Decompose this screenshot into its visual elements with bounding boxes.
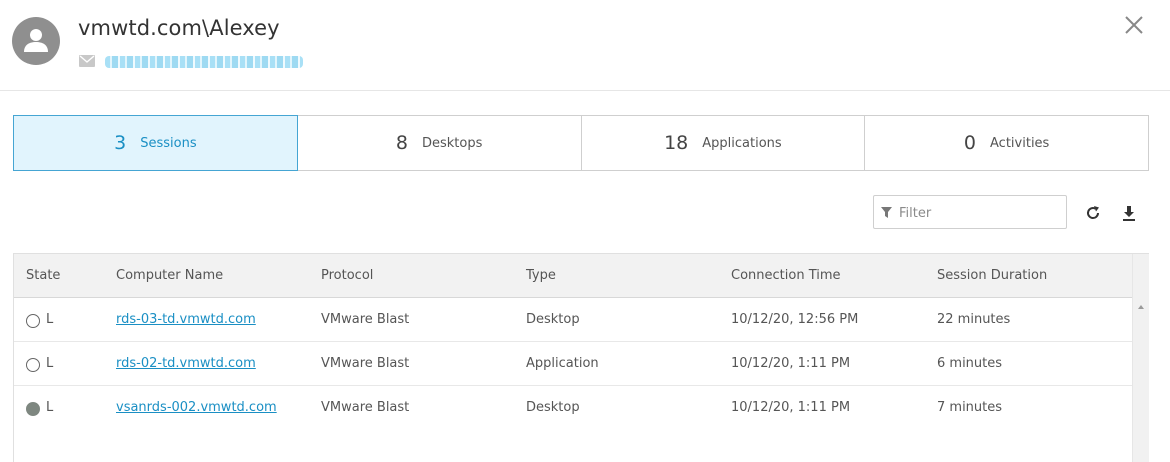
email-redacted: [105, 56, 303, 68]
protocol-cell: VMware Blast: [321, 312, 410, 327]
state-text: L: [46, 400, 54, 415]
tab-label: Sessions: [140, 135, 197, 151]
close-icon[interactable]: [1124, 15, 1144, 35]
table-row[interactable]: L vsanrds-002.vmwtd.com VMware Blast Des…: [14, 386, 1132, 430]
user-header: vmwtd.com\Alexey: [0, 0, 1170, 91]
connection-time-cell: 10/12/20, 1:11 PM: [731, 356, 851, 371]
column-header-session-duration[interactable]: Session Duration: [937, 268, 1047, 283]
scroll-up-icon[interactable]: [1138, 305, 1144, 309]
type-cell: Desktop: [526, 312, 580, 327]
sessions-table: State Computer Name Protocol Type Connec…: [13, 253, 1149, 462]
session-duration-cell: 6 minutes: [937, 356, 1003, 371]
state-indicator: [26, 358, 40, 372]
connection-time-cell: 10/12/20, 12:56 PM: [731, 312, 859, 327]
tab-label: Applications: [702, 135, 782, 151]
computer-name-link[interactable]: rds-02-td.vmwtd.com: [116, 356, 256, 371]
session-duration-cell: 22 minutes: [937, 312, 1011, 327]
vertical-scrollbar[interactable]: [1132, 254, 1149, 462]
connection-time-cell: 10/12/20, 1:11 PM: [731, 400, 851, 415]
column-header-state[interactable]: State: [26, 268, 60, 283]
type-cell: Desktop: [526, 400, 580, 415]
session-duration-cell: 7 minutes: [937, 400, 1003, 415]
filter-box: [873, 195, 1067, 229]
user-name: vmwtd.com\Alexey: [78, 16, 280, 40]
column-header-connection-time[interactable]: Connection Time: [731, 268, 841, 283]
state-indicator: [26, 314, 40, 328]
tab-applications[interactable]: 18 Applications: [580, 115, 866, 171]
state-text: L: [46, 312, 54, 327]
column-header-protocol[interactable]: Protocol: [321, 268, 373, 283]
tab-sessions[interactable]: 3 Sessions: [13, 115, 298, 171]
tab-label: Desktops: [421, 135, 483, 151]
tab-count: 0: [963, 132, 977, 154]
computer-name-link[interactable]: rds-03-td.vmwtd.com: [116, 312, 256, 327]
tab-desktops[interactable]: 8 Desktops: [296, 115, 582, 171]
state-text: L: [46, 356, 54, 371]
refresh-icon[interactable]: [1085, 205, 1101, 221]
download-icon[interactable]: [1121, 205, 1137, 222]
table-row[interactable]: L rds-03-td.vmwtd.com VMware Blast Deskt…: [14, 298, 1132, 342]
filter-icon: [881, 207, 892, 218]
tab-activities[interactable]: 0 Activities: [864, 115, 1149, 171]
tab-count: 3: [114, 132, 127, 154]
tab-label: Activities: [990, 135, 1050, 151]
filter-input[interactable]: [899, 203, 1059, 223]
tab-count: 8: [395, 132, 408, 154]
table-header: State Computer Name Protocol Type Connec…: [14, 254, 1132, 298]
tab-count: 18: [664, 132, 689, 154]
computer-name-link[interactable]: vsanrds-002.vmwtd.com: [116, 400, 277, 415]
column-header-computer-name[interactable]: Computer Name: [116, 268, 223, 283]
protocol-cell: VMware Blast: [321, 356, 410, 371]
state-indicator: [26, 402, 40, 416]
user-icon: [24, 29, 48, 52]
column-header-type[interactable]: Type: [526, 268, 556, 283]
summary-tabs: 3 Sessions 8 Desktops 18 Applications 0 …: [13, 115, 1149, 171]
mail-icon: [79, 55, 95, 67]
table-row[interactable]: L rds-02-td.vmwtd.com VMware Blast Appli…: [14, 342, 1132, 386]
protocol-cell: VMware Blast: [321, 400, 410, 415]
type-cell: Application: [526, 356, 599, 371]
avatar: [12, 17, 60, 65]
